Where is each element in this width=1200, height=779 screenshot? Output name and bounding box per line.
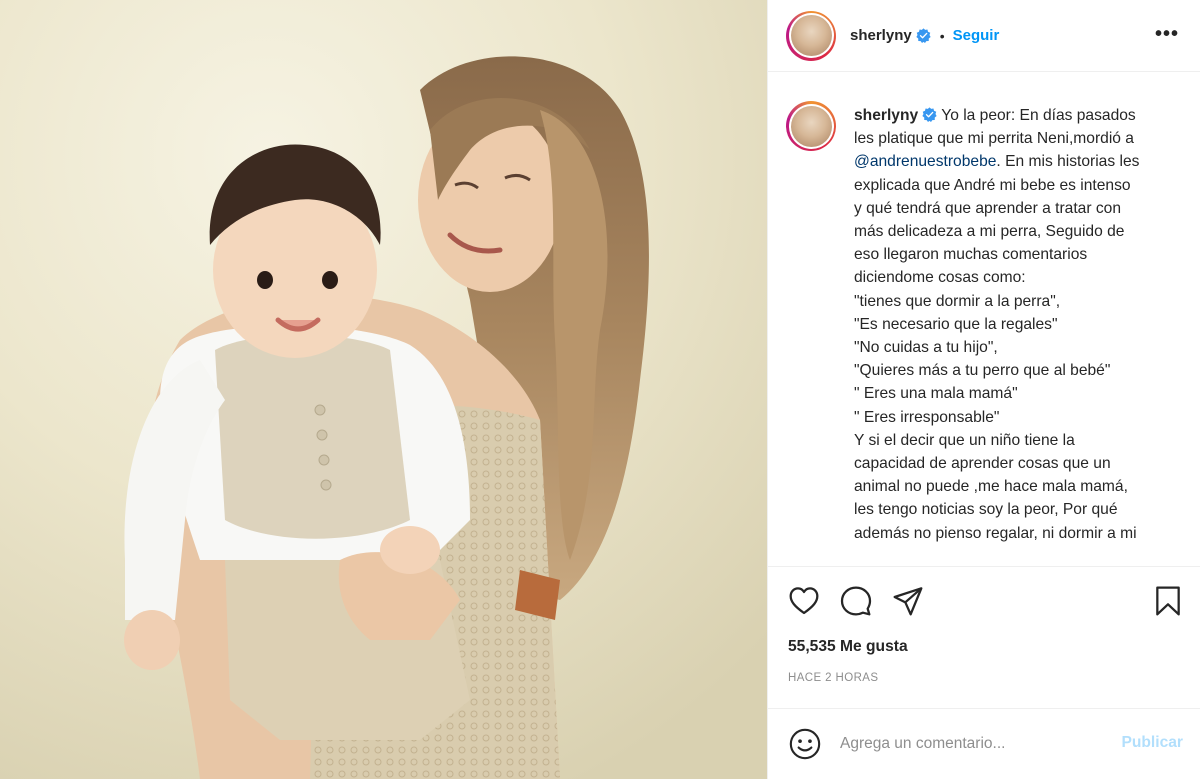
caption-line: " Eres irresponsable"	[854, 408, 1000, 426]
post-header: sherlyny • Seguir •••	[768, 0, 1200, 72]
username-link[interactable]: sherlyny	[850, 27, 912, 44]
header-separator: •	[939, 27, 945, 44]
caption-line: "No cuidas a tu hijo",	[854, 339, 998, 357]
caption-line: les platique que mi perrita Neni,mordió …	[854, 130, 1134, 148]
caption-text-segment: . En mis historias les	[996, 153, 1140, 171]
bookmark-icon[interactable]	[1152, 585, 1184, 617]
caption-line-mention: @andrenuestrobebe. En mis historias les	[854, 150, 1187, 173]
caption-line: les tengo noticias soy la peor, Por qué	[854, 501, 1118, 519]
caption-avatar[interactable]	[786, 101, 836, 151]
post-photo[interactable]	[0, 0, 767, 779]
caption-line: animal no puede ,me hace mala mamá,	[854, 478, 1128, 496]
photo-illustration	[0, 0, 767, 779]
caption-line: "tienes que dormir a la perra",	[854, 292, 1061, 310]
comment-input[interactable]	[840, 729, 1100, 759]
follow-button[interactable]: Seguir	[953, 27, 1000, 44]
likes-count[interactable]: 55,535 Me gusta	[788, 638, 908, 656]
avatar-border	[788, 13, 834, 58]
post-timestamp[interactable]: HACE 2 HORAS	[788, 672, 878, 684]
caption-line: más delicadeza a mi perra, Seguido de	[854, 223, 1125, 241]
paper-plane-icon[interactable]	[892, 585, 924, 617]
verified-badge-icon	[916, 28, 931, 43]
caption-text-segment: Yo la peor: En días pasados	[941, 107, 1136, 124]
caption-line: " Eres una mala mamá"	[854, 385, 1018, 403]
caption-text: sherlyny Yo la peor: En días pasados les…	[854, 104, 1187, 565]
caption-username[interactable]: sherlyny	[854, 107, 918, 124]
caption-line: además no pienso regalar, ni dormir a mi	[854, 524, 1137, 542]
comment-icon[interactable]	[840, 585, 872, 617]
caption-avatar-border	[788, 103, 834, 149]
avatar-image	[790, 15, 832, 56]
caption-line: Y si el decir que un niño tiene la	[854, 431, 1075, 449]
avatar[interactable]	[786, 10, 836, 61]
caption-line: "Es necesario que la regales"	[854, 315, 1058, 333]
caption-line: "Quieres más a tu perro que al bebé"	[854, 362, 1111, 380]
caption-line-1: sherlyny Yo la peor: En días pasados	[854, 104, 1187, 127]
caption-line: diciendome cosas como:	[854, 269, 1026, 287]
emoji-icon[interactable]	[788, 727, 822, 761]
post-actions	[768, 566, 1200, 626]
mention-link[interactable]: @andrenuestrobebe	[854, 153, 996, 170]
caption-area[interactable]: sherlyny Yo la peor: En días pasados les…	[768, 73, 1200, 565]
caption-verified-badge-icon	[922, 107, 937, 122]
post-sidebar: sherlyny • Seguir ••• sherlyny Yo la peo…	[767, 0, 1200, 779]
heart-icon[interactable]	[788, 585, 820, 617]
comment-bar: Publicar	[768, 708, 1200, 779]
caption-line: eso llegaron muchas comentarios	[854, 246, 1088, 264]
publish-button[interactable]: Publicar	[1121, 734, 1183, 752]
caption-line: explicada que André mi bebe es intenso	[854, 176, 1131, 194]
caption-avatar-image	[790, 105, 832, 147]
caption-line: capacidad de aprender cosas que un	[854, 455, 1111, 473]
caption-line: y qué tendrá que aprender a tratar con	[854, 199, 1122, 217]
more-options-icon[interactable]: •••	[1155, 24, 1179, 44]
